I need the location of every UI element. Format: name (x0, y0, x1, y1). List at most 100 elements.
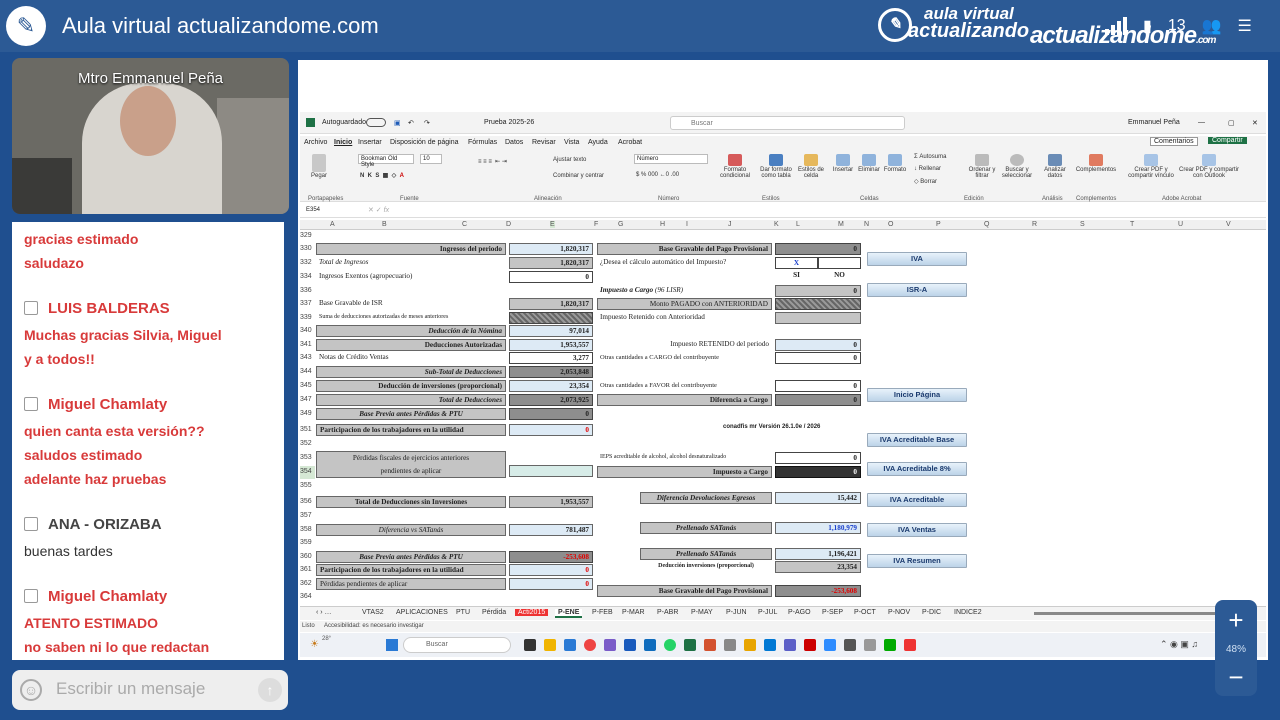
sheet-tab[interactable]: APLICACIONES (396, 609, 448, 616)
cell-value[interactable]: 1,953,557 (509, 339, 593, 351)
app-icon[interactable] (724, 639, 736, 651)
cell-value[interactable]: 1,820,317 (509, 243, 593, 255)
row-header[interactable]: 364 (300, 591, 315, 602)
autosum-button[interactable]: Σ Autosuma (914, 154, 960, 160)
cell-value[interactable]: -253,608 (775, 585, 861, 597)
insert-cells-button[interactable]: Insertar (830, 154, 856, 173)
number-format-select[interactable]: Número (634, 154, 708, 164)
col-header[interactable]: L (796, 221, 800, 228)
menu-formulas[interactable]: Fórmulas (468, 139, 497, 146)
menu-datos[interactable]: Datos (505, 139, 523, 146)
cell-value[interactable] (775, 312, 861, 324)
sheet-tab[interactable]: INDICE2 (954, 609, 982, 616)
sheet-tab[interactable]: P-NOV (888, 609, 910, 616)
name-box[interactable]: E354 (304, 206, 352, 216)
share-button[interactable]: Compartir (1208, 137, 1247, 144)
cell-value[interactable]: 0 (509, 271, 593, 283)
row-header[interactable]: 341 (300, 339, 315, 352)
row-header[interactable]: 332 (300, 257, 315, 270)
teams-icon[interactable] (784, 639, 796, 651)
row-header[interactable]: 359 (300, 537, 315, 550)
cell-value[interactable]: 0 (775, 452, 861, 464)
pdf-link-button[interactable]: Crear PDF y compartir vínculo (1126, 154, 1176, 179)
col-header[interactable]: Q (984, 221, 989, 228)
fill-button[interactable]: ↓ Rellenar (914, 166, 960, 172)
format-cells-button[interactable]: Formato (882, 154, 908, 173)
sheet-tab[interactable]: P-SEP (822, 609, 843, 616)
cell-label[interactable]: IEPS acreditable de alcohol, alcohol des… (597, 452, 772, 464)
cell-value[interactable]: -253,608 (509, 551, 593, 563)
col-header[interactable]: G (618, 221, 623, 228)
row-header[interactable]: 339 (300, 312, 315, 325)
status-accessibility[interactable]: Accesibilidad: es necesario investigar (324, 623, 424, 629)
cell-label[interactable]: Base Gravable de ISR (316, 298, 506, 310)
word-icon[interactable] (624, 639, 636, 651)
app-icon[interactable] (844, 639, 856, 651)
iva-ventas-button[interactable]: IVA Ventas (867, 523, 967, 537)
cell-label[interactable]: Ingresos Exentos (agropecuario) (316, 271, 506, 283)
sheet-tab[interactable]: P-OCT (854, 609, 876, 616)
excel-taskbar-icon[interactable] (684, 639, 696, 651)
cell-label[interactable]: Deducción inversiones (proporcional) (640, 561, 772, 573)
iva-acreditable-button[interactable]: IVA Acreditable (867, 493, 967, 507)
menu-acrobat[interactable]: Acrobat (618, 139, 642, 146)
emoji-icon[interactable]: ☺ (20, 679, 42, 701)
row-header[interactable]: 340 (300, 325, 315, 338)
whatsapp-icon[interactable] (664, 639, 676, 651)
row-header[interactable]: 352 (300, 438, 315, 451)
addins-button[interactable]: Complementos (1074, 154, 1118, 173)
col-header[interactable]: P (936, 221, 941, 228)
cell-label[interactable]: Total de Ingresos (316, 257, 506, 269)
chrome-icon[interactable] (584, 639, 596, 651)
alignment-buttons[interactable]: ≡ ≡ ≡ ⇤ ⇥ (478, 158, 538, 165)
col-header[interactable]: K (774, 221, 779, 228)
cell-label[interactable]: Base Gravable del Pago Provisional (597, 585, 772, 597)
paste-button[interactable]: Pegar (306, 154, 332, 179)
cell-label[interactable]: Participacion de los trabajadores en la … (316, 564, 506, 576)
menu-inicio[interactable]: Inicio (334, 139, 352, 146)
bookmark-icon[interactable]: ▮ (1143, 16, 1152, 36)
iva-acreditable-8-button[interactable]: IVA Acreditable 8% (867, 462, 967, 476)
sheet-tab-active[interactable]: P-ENE (555, 609, 583, 618)
sheet-tab[interactable]: P-MAY (691, 609, 713, 616)
cell-value[interactable]: 0 (509, 564, 593, 576)
explorer-icon[interactable] (544, 639, 556, 651)
cell-value[interactable]: 1,820,317 (509, 257, 593, 269)
cell-label[interactable]: Deducción de inversiones (proporcional) (316, 380, 506, 392)
menu-ayuda[interactable]: Ayuda (588, 139, 608, 146)
iva-acreditable-base-button[interactable]: IVA Acreditable Base (867, 433, 967, 447)
inicio-pagina-button[interactable]: Inicio Página (867, 388, 967, 402)
font-style-buttons[interactable]: N K S ▦ ◇ A (360, 172, 440, 179)
cell-value[interactable]: 0 (775, 380, 861, 392)
outlook-icon[interactable] (644, 639, 656, 651)
font-size-select[interactable]: 10 (420, 154, 442, 164)
menu-insertar[interactable]: Insertar (358, 139, 382, 146)
sheet-tab[interactable]: P-MAR (622, 609, 645, 616)
cell-label[interactable]: Impuesto a Cargo (597, 466, 772, 478)
app-icon[interactable] (604, 639, 616, 651)
row-header[interactable]: 344 (300, 366, 315, 379)
checkbox-si[interactable]: X (775, 257, 818, 269)
col-header[interactable]: H (660, 221, 665, 228)
cell-value[interactable]: 97,014 (509, 325, 593, 337)
col-header[interactable]: J (728, 221, 732, 228)
row-header[interactable]: 360 (300, 551, 315, 564)
horizontal-scrollbar[interactable] (1034, 612, 1244, 615)
menu-archivo[interactable]: Archivo (304, 139, 327, 146)
cell-value[interactable]: 23,354 (775, 561, 861, 573)
app-icon[interactable] (864, 639, 876, 651)
col-header[interactable]: F (594, 221, 598, 228)
cell-value[interactable]: 2,053,848 (509, 366, 593, 378)
zoom-app-icon[interactable] (824, 639, 836, 651)
analyze-data-button[interactable]: Analizar datos (1040, 154, 1070, 179)
col-header[interactable]: S (1080, 221, 1085, 228)
row-header[interactable]: 349 (300, 408, 315, 421)
close-icon[interactable]: ✕ (1252, 119, 1258, 127)
cell-label[interactable]: Otras cantidades a FAVOR del contribuyen… (597, 380, 772, 392)
sheet-tab[interactable]: PTU (456, 609, 470, 616)
powerpoint-icon[interactable] (704, 639, 716, 651)
save-icon[interactable]: ▣ (394, 119, 401, 127)
row-header[interactable]: 357 (300, 510, 315, 523)
excel-search[interactable]: Buscar (670, 116, 905, 130)
cell-value[interactable]: 0 (775, 394, 861, 406)
